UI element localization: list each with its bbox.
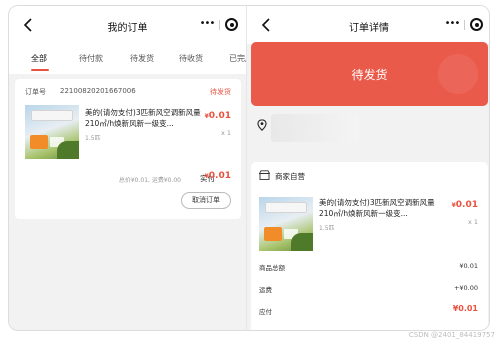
close-target-icon[interactable] <box>225 18 238 31</box>
address-redacted <box>271 114 359 142</box>
product-quantity: x 1 <box>220 129 231 137</box>
product-image[interactable] <box>259 197 313 251</box>
order-status: 待发货 <box>351 68 388 82</box>
order-card[interactable]: 订单号 22100820201667006 待发货 美的(请勿支付)3匹新风空调… <box>15 79 241 219</box>
air-conditioner-graphic <box>31 110 73 121</box>
location-icon <box>257 119 267 131</box>
leaf-graphic <box>57 141 79 159</box>
shipping-fee-label: 运费 <box>259 286 272 294</box>
paid-amount: ¥0.01 <box>204 171 231 181</box>
payable-label: 应付 <box>259 308 272 316</box>
capsule-menu: ••• <box>442 17 485 33</box>
goods-total-label: 商品总额 <box>259 264 285 272</box>
more-icon[interactable]: ••• <box>197 17 217 33</box>
order-status: 待发货 <box>210 88 231 96</box>
product-spec: 1.5匹 <box>319 225 335 232</box>
navbar: 订单详情 ••• <box>247 6 489 44</box>
tab-completed[interactable]: 已完成 <box>229 53 246 64</box>
product-quantity: x 1 <box>467 218 478 226</box>
leaf-graphic <box>291 233 313 251</box>
payable-value: ¥0.01 <box>452 304 478 313</box>
promo-badge-graphic <box>264 227 282 241</box>
order-number: 22100820201667006 <box>60 87 136 95</box>
capsule-divider <box>219 20 220 30</box>
order-tabs: 全部 待付款 待发货 待收货 已完成 <box>9 44 246 74</box>
air-conditioner-graphic <box>265 202 307 213</box>
order-detail-page: 订单详情 ••• 待发货 商家自营 美的(请勿支付)3匹新风空调新风量210㎥/… <box>246 6 489 330</box>
product-price: ¥0.01 <box>204 111 231 121</box>
capsule-menu: ••• <box>197 17 240 33</box>
product-title[interactable]: 美的(请勿支付)3匹新风空调新风量210㎥/h焕新风新一级变... <box>319 197 437 219</box>
watermark: CSDN @2401_84419757 <box>408 331 495 339</box>
product-title[interactable]: 美的(请勿支付)3匹新风空调新风量210㎥/h焕新风新一级变... <box>85 107 205 129</box>
my-orders-page: 我的订单 ••• 全部 待付款 待发货 待收货 已完成 订单号 22100820… <box>9 6 246 330</box>
tab-all[interactable]: 全部 <box>31 53 47 64</box>
order-number-label: 订单号 <box>25 88 46 96</box>
shipping-address[interactable] <box>251 112 488 152</box>
product-image[interactable] <box>25 105 79 159</box>
goods-total-value: ¥0.01 <box>459 262 478 270</box>
product-price: ¥0.01 <box>451 200 478 210</box>
phone-frame: 我的订单 ••• 全部 待付款 待发货 待收货 已完成 订单号 22100820… <box>8 5 490 331</box>
tab-pending-shipment[interactable]: 待发货 <box>130 53 154 64</box>
close-target-icon[interactable] <box>470 18 483 31</box>
active-tab-indicator <box>31 69 49 71</box>
order-status-banner: 待发货 <box>251 42 488 106</box>
store-name: 商家自营 <box>275 172 305 181</box>
cancel-order-button[interactable]: 取消订单 <box>181 192 231 209</box>
promo-badge-graphic <box>30 135 48 149</box>
product-spec: 1.5匹 <box>85 135 101 142</box>
store-icon <box>259 170 270 180</box>
tab-pending-payment[interactable]: 待付款 <box>79 53 103 64</box>
tab-pending-receipt[interactable]: 待收货 <box>179 53 203 64</box>
navbar: 我的订单 ••• <box>9 6 246 44</box>
more-icon[interactable]: ••• <box>442 17 462 33</box>
capsule-divider <box>464 20 465 30</box>
order-items-card: 商家自营 美的(请勿支付)3匹新风空调新风量210㎥/h焕新风新一级变... 1… <box>251 162 488 330</box>
shipping-fee-value: +¥0.00 <box>453 284 478 292</box>
order-summary: 总价¥0.01, 运费¥0.00 <box>118 177 181 184</box>
